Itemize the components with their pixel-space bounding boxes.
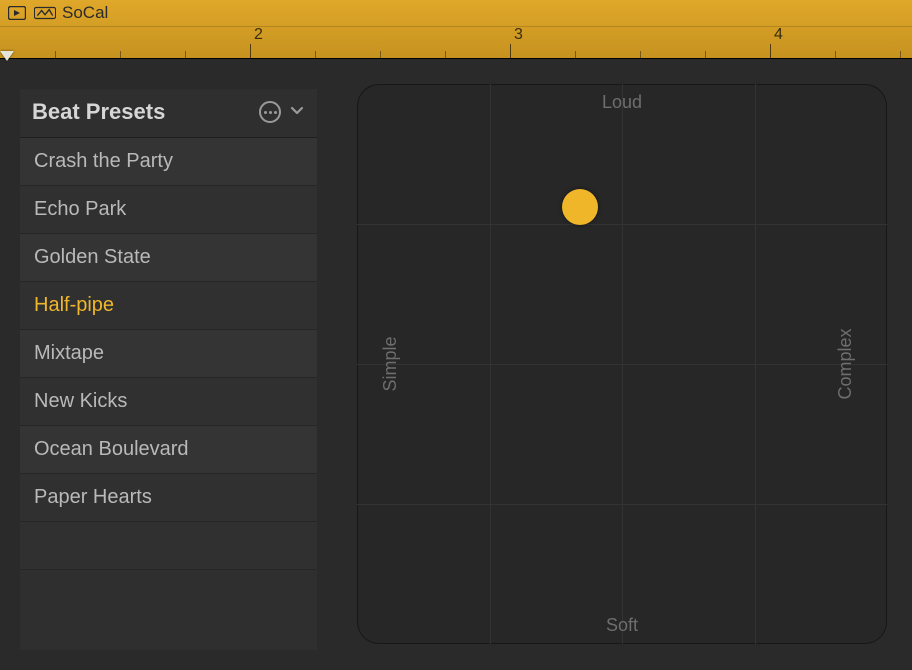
xy-panel: Loud Soft Simple Complex [317,59,912,670]
preset-item[interactable]: Mixtape [20,330,317,378]
ruler-marker: 3 [514,26,523,44]
preset-list[interactable]: Crash the PartyEcho ParkGolden StateHalf… [20,137,317,650]
more-icon[interactable] [259,101,281,123]
sidebar-title: Beat Presets [32,99,165,125]
track-name: SoCal [62,3,108,23]
preset-item[interactable]: Crash the Party [20,138,317,186]
track-header: SoCal 2 3 4 [0,0,912,58]
ruler-marker: 4 [774,26,783,44]
xy-pad[interactable]: Loud Soft Simple Complex [357,84,887,644]
playhead[interactable] [0,51,14,61]
region-icon[interactable] [34,4,56,22]
preset-item[interactable]: Ocean Boulevard [20,426,317,474]
preset-sidebar: Beat Presets Crash the PartyEcho ParkGol… [20,89,317,650]
chevron-down-icon[interactable] [289,102,305,123]
track-title-row: SoCal [0,0,912,26]
ruler-marker: 2 [254,26,263,44]
preset-item[interactable]: New Kicks [20,378,317,426]
xy-label-bottom: Soft [606,615,638,636]
preset-item[interactable]: Half-pipe [20,282,317,330]
preset-item-empty [20,522,317,570]
preset-item[interactable]: Paper Hearts [20,474,317,522]
preset-item[interactable]: Echo Park [20,186,317,234]
main-area: Beat Presets Crash the PartyEcho ParkGol… [0,58,912,670]
xy-label-top: Loud [602,92,642,113]
preset-item[interactable]: Golden State [20,234,317,282]
timeline-ruler[interactable]: 2 3 4 [0,26,912,58]
xy-label-left: Simple [380,336,401,391]
sidebar-header: Beat Presets [20,89,317,137]
play-icon[interactable] [6,4,28,22]
xy-label-right: Complex [835,328,856,399]
xy-puck[interactable] [562,189,598,225]
